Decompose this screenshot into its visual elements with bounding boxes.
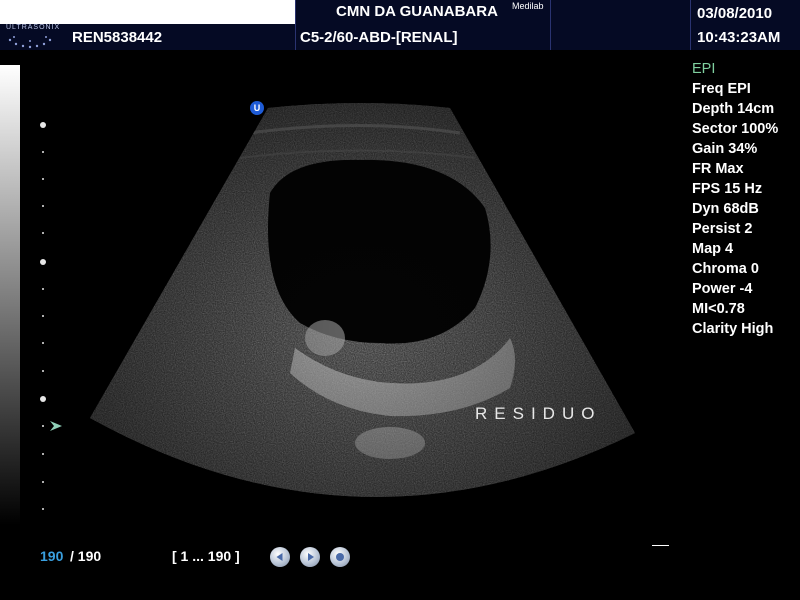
grayscale-bar — [0, 65, 20, 525]
step-back-icon — [276, 553, 283, 561]
stop-button[interactable] — [330, 547, 350, 567]
step-back-button[interactable] — [270, 547, 290, 567]
param-mi: MI<0.78 — [692, 301, 745, 317]
exam-date: 03/08/2010 — [697, 5, 773, 22]
param-mode: EPI — [692, 61, 716, 77]
clinic-suffix: Medilab — [512, 1, 544, 11]
total-frames: / 190 — [70, 548, 102, 564]
depth-scale — [40, 122, 46, 510]
param-gain: Gain 34% — [692, 141, 758, 157]
patient-id: REN5838442 — [72, 29, 163, 46]
header-divider — [690, 0, 691, 50]
stop-icon — [336, 553, 344, 561]
orientation-marker: U — [250, 101, 264, 115]
header-divider — [295, 0, 296, 50]
corner-line — [652, 545, 669, 546]
parameter-panel: EPI Freq EPI Depth 14cm Sector 100% Gain… — [692, 59, 778, 339]
param-sector: Sector 100% — [692, 121, 779, 137]
param-clarity: Clarity High — [692, 321, 774, 337]
play-icon — [308, 553, 314, 561]
param-frame-rate: FR Max — [692, 161, 744, 177]
logo-text: ULTRASONIX — [6, 24, 61, 31]
clinic-name: CMN DA GUANABARA — [336, 3, 498, 20]
ultrasound-image — [90, 103, 635, 497]
param-freq: Freq EPI — [692, 81, 751, 97]
logo-area — [0, 0, 295, 24]
param-power: Power -4 — [692, 281, 753, 297]
play-button[interactable] — [300, 547, 320, 567]
exam-time: 10:43:23AM — [697, 29, 781, 46]
header-bar: ULTRASONIX REN5838442 CMN DA GUANABARA M… — [0, 0, 800, 50]
param-chroma: Chroma 0 — [692, 261, 759, 277]
param-map: Map 4 — [692, 241, 734, 257]
header-divider — [550, 0, 551, 50]
param-dynamic-range: Dyn 68dB — [692, 201, 759, 217]
param-fps: FPS 15 Hz — [692, 181, 763, 197]
focus-marker-icon — [50, 421, 62, 431]
param-depth: Depth 14cm — [692, 101, 775, 117]
probe-preset: C5-2/60-ABD-[RENAL] — [300, 29, 458, 46]
frame-range: [ 1 ... 190 ] — [172, 548, 240, 564]
current-frame: 190 — [40, 548, 64, 564]
param-persistence: Persist 2 — [692, 221, 753, 237]
image-annotation: RESIDUO — [475, 404, 602, 423]
